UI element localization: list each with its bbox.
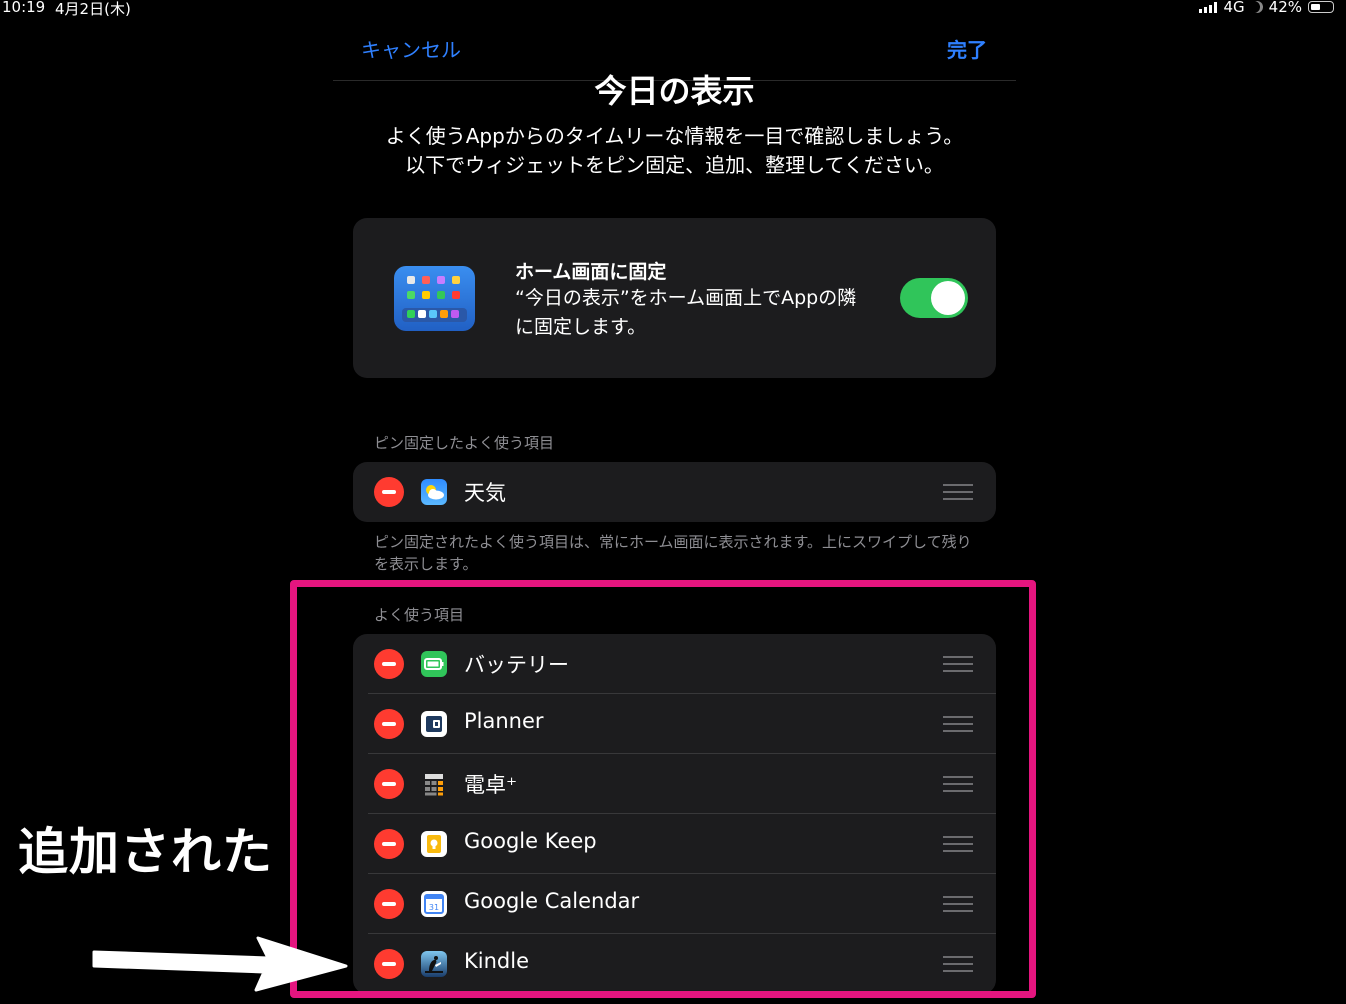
annotation-arrow-icon	[92, 936, 348, 992]
list-item-weather[interactable]: 天気	[353, 462, 996, 522]
pinned-list: 天気	[353, 462, 996, 522]
page-description: よく使うAppからのタイムリーな情報を一目で確認しましょう。以下でウィジェットを…	[385, 124, 964, 177]
do-not-disturb-moon-icon	[1251, 1, 1263, 13]
pin-to-home-toggle[interactable]	[900, 278, 968, 318]
network-type: 4G	[1223, 0, 1245, 16]
page-title: 今日の表示	[594, 72, 755, 108]
status-date: 4月2日(木)	[55, 0, 131, 18]
battery-percent: 42%	[1268, 0, 1302, 16]
toggle-knob	[931, 281, 965, 315]
pin-to-home-title: ホーム画面に固定	[515, 261, 667, 283]
cellular-signal-icon	[1199, 1, 1218, 13]
weather-icon	[421, 479, 447, 505]
list-item-label: 天気	[464, 481, 506, 505]
remove-weather-button[interactable]	[374, 477, 404, 507]
annotation-text: 追加された	[18, 823, 273, 881]
pinned-section-footer: ピン固定されたよく使う項目は、常にホーム画面に表示されます。上にスワイプして残り…	[374, 533, 972, 573]
annotation-highlight-box	[290, 580, 1036, 998]
reorder-handle-icon[interactable]	[943, 484, 973, 500]
pin-to-home-description: “今日の表示”をホーム画面上でAppの隣に固定します。	[515, 287, 857, 338]
done-button[interactable]: 完了	[947, 34, 987, 63]
battery-icon	[1308, 1, 1334, 13]
today-view-icon	[394, 266, 475, 331]
pinned-section-header: ピン固定したよく使う項目	[374, 434, 555, 452]
status-indicators: 4G 42%	[1199, 0, 1334, 16]
cancel-button[interactable]: キャンセル	[361, 34, 461, 63]
status-time: 10:19	[2, 0, 46, 16]
